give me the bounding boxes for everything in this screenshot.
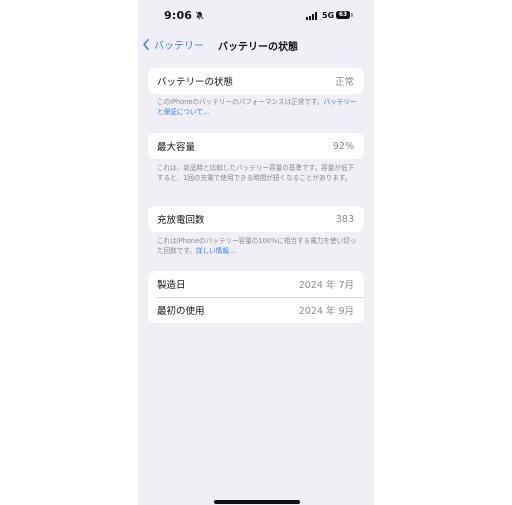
max-capacity-label: 最大容量 (157, 142, 196, 153)
manufacture-date-value: 2024 年 7月 (298, 280, 354, 291)
first-use-row: 最初の使用 2024 年 9月 (148, 297, 364, 323)
cycle-count-footer: これはiPhoneのバッテリー容量の100%に相当する電力を使い切った回数です。… (157, 236, 357, 256)
status-time: 9:06 (164, 9, 193, 22)
first-use-value: 2024 年 9月 (298, 306, 354, 317)
back-button-label: バッテリー (154, 40, 204, 52)
cycle-count-label: 充放電回数 (157, 215, 205, 226)
max-capacity-value: 92% (332, 140, 354, 152)
manufacture-date-label: 製造日 (157, 280, 186, 291)
phone-screen: 9:06 5G 63 バッテリー バッテリーの状態 バッテリーの状態 正常 この… (138, 0, 374, 505)
status-bar: 9:06 5G 63 (138, 0, 374, 30)
manufacture-date-row: 製造日 2024 年 7月 (148, 271, 364, 297)
signal-bars-icon (306, 12, 318, 20)
battery-health-footer: このiPhoneのバッテリーのパフォーマンスは正常です。バッテリーと保証について… (157, 97, 357, 117)
learn-more-link[interactable]: 詳しい情報... (196, 247, 235, 255)
max-capacity-footer: これは、新品時と比較したバッテリー容量の基準です。容量が低下すると、1回の充電で… (157, 163, 357, 183)
battery-health-value: 正常 (334, 77, 354, 88)
cycle-count-footer-text: これはiPhoneのバッテリー容量の100%に相当する電力を使い切った回数です。 (157, 237, 357, 255)
chevron-left-icon (143, 38, 149, 50)
max-capacity-footer-text: これは、新品時と比較したバッテリー容量の基準です。容量が低下すると、1回の充電で… (157, 164, 355, 182)
home-indicator[interactable] (214, 500, 300, 504)
cycle-count-card: 充放電回数 383 (148, 206, 364, 232)
battery-icon: 63 (336, 11, 350, 19)
page-title: バッテリーの状態 (218, 42, 298, 53)
dates-card: 製造日 2024 年 7月 最初の使用 2024 年 9月 (148, 271, 364, 323)
battery-health-card: バッテリーの状態 正常 (148, 68, 364, 94)
battery-health-footer-text: このiPhoneのバッテリーのパフォーマンスは正常です。 (157, 98, 324, 106)
back-button[interactable]: バッテリー (143, 35, 204, 53)
cycle-count-row: 充放電回数 383 (148, 206, 364, 232)
battery-health-row: バッテリーの状態 正常 (148, 68, 364, 94)
battery-health-label: バッテリーの状態 (157, 77, 234, 88)
max-capacity-row: 最大容量 92% (148, 133, 364, 159)
network-type: 5G (322, 11, 335, 20)
first-use-label: 最初の使用 (157, 306, 205, 317)
battery-tip (351, 13, 353, 17)
navigation-bar: バッテリー バッテリーの状態 (138, 32, 374, 56)
cycle-count-value: 383 (335, 213, 354, 225)
bell-slash-icon (195, 11, 204, 20)
max-capacity-card: 最大容量 92% (148, 133, 364, 159)
